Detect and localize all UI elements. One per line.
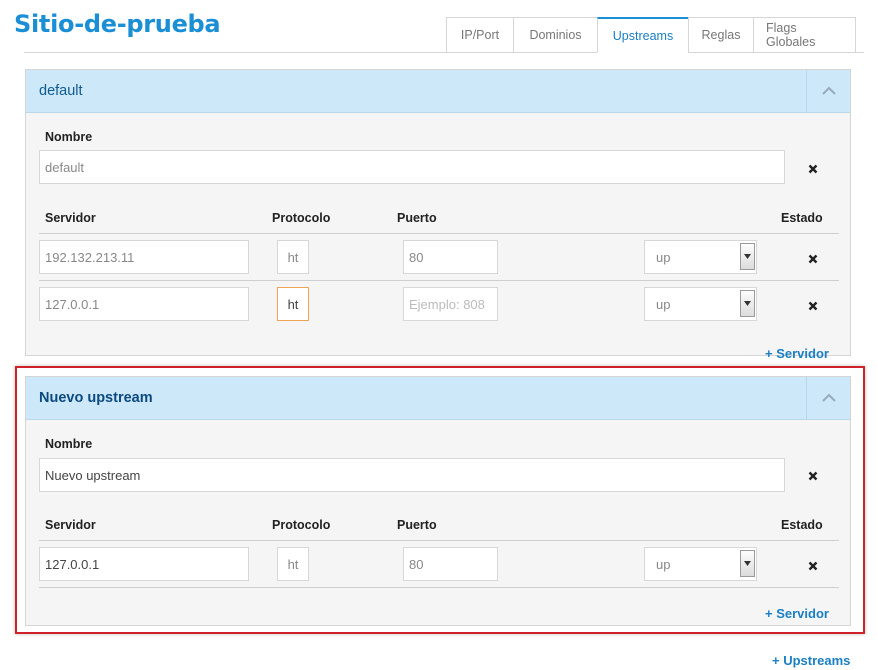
estado-value: up — [656, 556, 671, 572]
tab-dominios[interactable]: Dominios — [513, 17, 597, 53]
dropdown-arrow-icon — [740, 243, 755, 270]
column-puerto: Puerto — [397, 518, 437, 532]
tab-flags-globales[interactable]: Flags Globales — [753, 17, 856, 53]
collapse-button[interactable] — [806, 70, 850, 112]
remove-upstream-icon[interactable] — [808, 164, 818, 174]
column-servidor: Servidor — [45, 211, 96, 225]
remove-server-icon[interactable] — [808, 301, 818, 311]
panel-title: Nuevo upstream — [39, 390, 153, 406]
collapse-button[interactable] — [806, 377, 850, 419]
column-estado: Estado — [781, 211, 823, 225]
tab-reglas[interactable]: Reglas — [688, 17, 753, 53]
column-estado: Estado — [781, 518, 823, 532]
column-servidor: Servidor — [45, 518, 96, 532]
tab-upstreams[interactable]: Upstreams — [597, 17, 688, 53]
row-divider — [39, 587, 839, 588]
row-divider — [39, 280, 839, 281]
remove-server-icon[interactable] — [808, 254, 818, 264]
puerto-input[interactable]: 80 — [403, 547, 498, 581]
name-label: Nombre — [45, 130, 93, 144]
column-protocolo: Protocolo — [272, 211, 331, 225]
tab-ip-port[interactable]: IP/Port — [446, 17, 513, 53]
table-divider — [39, 233, 839, 234]
estado-select[interactable]: up — [644, 547, 757, 581]
estado-value: up — [656, 296, 671, 312]
puerto-input[interactable]: 80 — [403, 240, 498, 274]
estado-value: up — [656, 249, 671, 265]
upstream-panel-default: default Nombre default Servidor Protocol… — [25, 69, 851, 361]
name-input[interactable]: default — [39, 150, 785, 184]
estado-select[interactable]: up — [644, 287, 757, 321]
remove-server-icon[interactable] — [808, 561, 818, 571]
panel-header: default — [26, 70, 850, 113]
table-divider — [39, 540, 839, 541]
remove-upstream-icon[interactable] — [808, 471, 818, 481]
column-protocolo: Protocolo — [272, 518, 331, 532]
add-upstream-link[interactable]: + Upstreams — [772, 653, 850, 668]
puerto-input[interactable]: Ejemplo: 808 — [403, 287, 498, 321]
panel-header: Nuevo upstream — [26, 377, 850, 420]
tab-bar: IP/Port Dominios Upstreams Reglas Flags … — [446, 17, 856, 53]
column-puerto: Puerto — [397, 211, 437, 225]
chevron-up-icon — [821, 393, 836, 402]
servidor-input[interactable]: 127.0.0.1 — [39, 547, 249, 581]
protocolo-input[interactable]: ht — [277, 547, 309, 581]
page-title: Sitio-de-prueba — [14, 10, 221, 38]
protocolo-input[interactable]: ht — [277, 240, 309, 274]
upstream-panel-new: Nuevo upstream Nombre Nuevo upstream Ser… — [25, 376, 851, 626]
add-server-link[interactable]: + Servidor — [765, 346, 829, 361]
servidor-input[interactable]: 192.132.213.11 — [39, 240, 249, 274]
name-input[interactable]: Nuevo upstream — [39, 458, 785, 492]
dropdown-arrow-icon — [740, 550, 755, 577]
add-server-link[interactable]: + Servidor — [765, 606, 829, 621]
estado-select[interactable]: up — [644, 240, 757, 274]
protocolo-input[interactable]: ht — [277, 287, 309, 321]
chevron-up-icon — [821, 86, 836, 95]
panel-title: default — [39, 83, 83, 99]
dropdown-arrow-icon — [740, 290, 755, 317]
name-label: Nombre — [45, 437, 93, 451]
servidor-input[interactable]: 127.0.0.1 — [39, 287, 249, 321]
